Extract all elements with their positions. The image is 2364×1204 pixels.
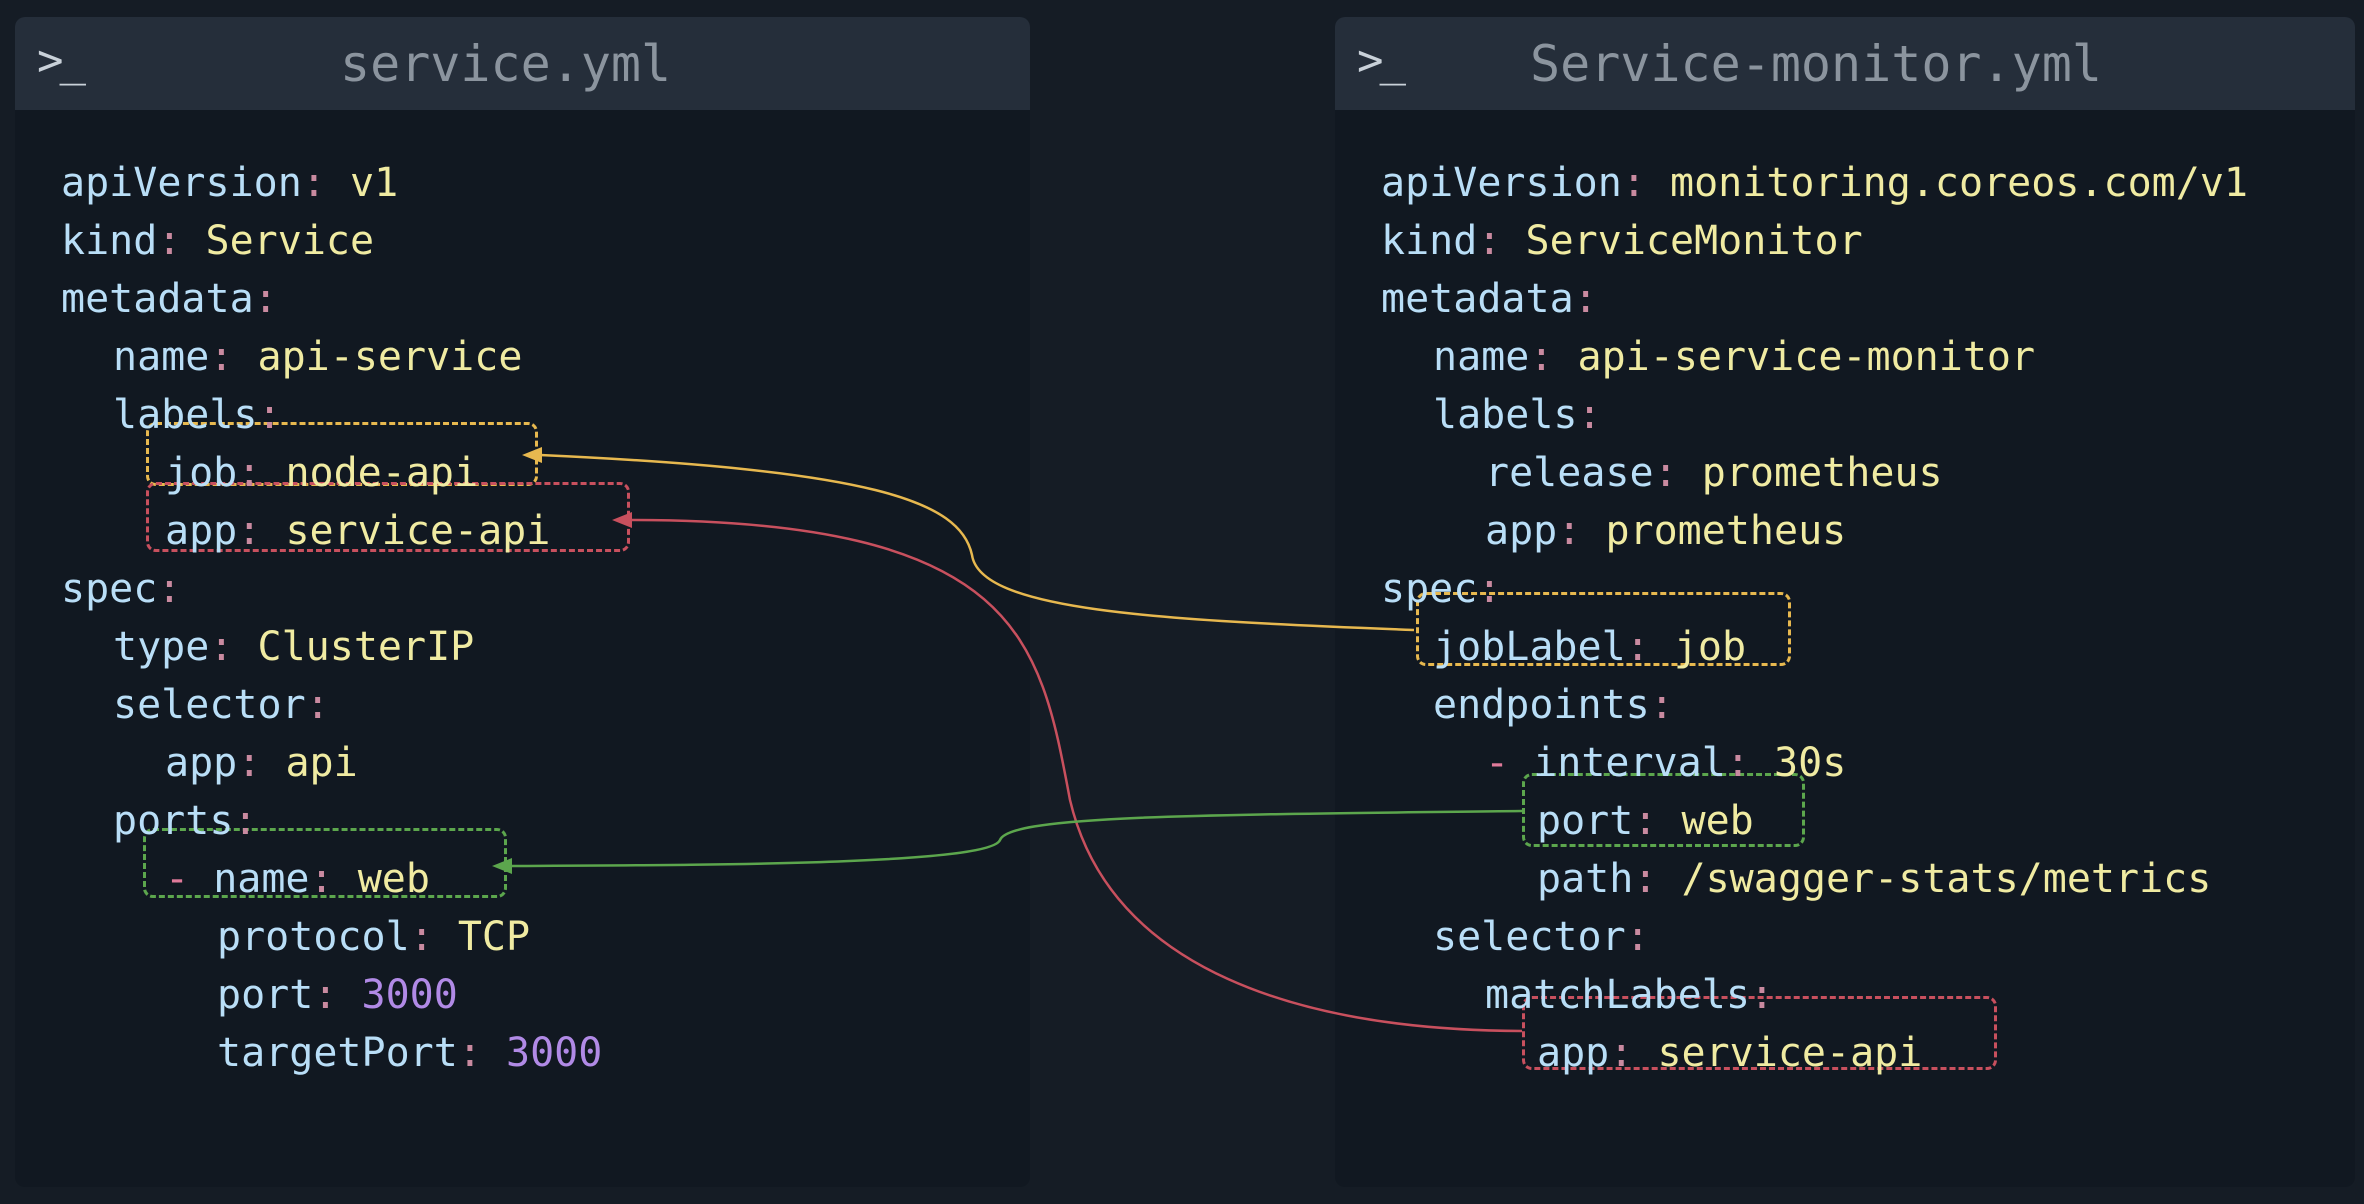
- app-label-arrowhead: [612, 512, 632, 528]
- port-name-arrowhead: [492, 858, 512, 874]
- port-name-connector: [509, 809, 1523, 868]
- job-label-arrowhead: [522, 447, 542, 463]
- app-label-connector: [629, 518, 1523, 1033]
- job-label-connector: [539, 453, 1415, 632]
- connector-arrows: [492, 447, 1523, 1033]
